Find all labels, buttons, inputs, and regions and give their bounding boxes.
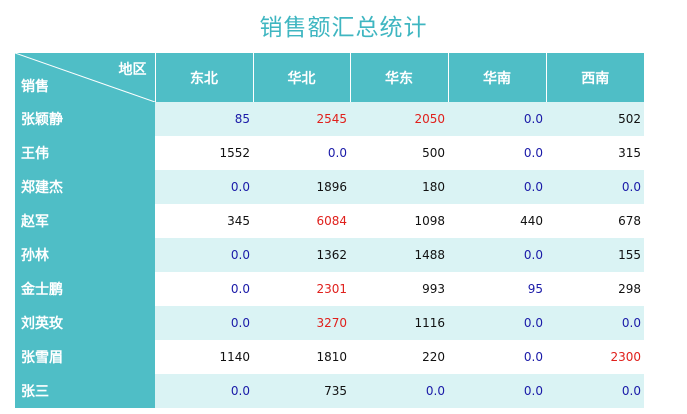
- sales-value-cell: 0.0: [448, 374, 546, 408]
- page-title: 销售额汇总统计: [259, 15, 428, 41]
- row-salesperson-name: 孙林: [15, 238, 155, 272]
- sales-value-cell: 0.0: [155, 374, 253, 408]
- sales-value-cell: 0.0: [448, 238, 546, 272]
- sales-value-cell: 1810: [253, 340, 350, 374]
- sales-value-cell: 345: [155, 204, 253, 238]
- sales-value-cell: 1552: [155, 136, 253, 170]
- sales-value-cell: 298: [546, 272, 644, 306]
- sales-value-cell: 678: [546, 204, 644, 238]
- row-salesperson-name: 张颖静: [15, 102, 155, 136]
- sales-value-cell: 315: [546, 136, 644, 170]
- sales-value-cell: 0.0: [448, 340, 546, 374]
- sales-value-cell: 0.0: [546, 374, 644, 408]
- table-row: 王伟 1552 0.0 500 0.0 315: [15, 136, 644, 170]
- table-row: 赵军 345 6084 1098 440 678: [15, 204, 644, 238]
- sales-value-cell: 220: [350, 340, 448, 374]
- sales-value-cell: 1140: [155, 340, 253, 374]
- sales-value-cell: 2050: [350, 102, 448, 136]
- row-salesperson-name: 刘英玫: [15, 306, 155, 340]
- sales-value-cell: 500: [350, 136, 448, 170]
- table-header-row: 地区 销售 东北 华北 华东 华南 西南: [15, 53, 644, 102]
- row-salesperson-name: 张雪眉: [15, 340, 155, 374]
- sales-value-cell: 440: [448, 204, 546, 238]
- sales-value-cell: 0.0: [253, 136, 350, 170]
- sales-value-cell: 155: [546, 238, 644, 272]
- column-header-region: 西南: [546, 53, 644, 102]
- sales-value-cell: 0.0: [350, 374, 448, 408]
- corner-header-cell: 地区 销售: [15, 53, 156, 102]
- sales-value-cell: 1896: [253, 170, 350, 204]
- sales-value-cell: 0.0: [448, 170, 546, 204]
- table-row: 张三 0.0 735 0.0 0.0 0.0: [15, 374, 644, 408]
- sales-value-cell: 502: [546, 102, 644, 136]
- column-header-region: 华北: [253, 53, 351, 102]
- sales-value-cell: 0.0: [448, 102, 546, 136]
- corner-region-label: 地区: [118, 62, 147, 78]
- sales-value-cell: 6084: [253, 204, 350, 238]
- table-row: 张雪眉 1140 1810 220 0.0 2300: [15, 340, 644, 374]
- column-header-region: 华南: [448, 53, 547, 102]
- sales-value-cell: 2301: [253, 272, 350, 306]
- sales-value-cell: 95: [448, 272, 546, 306]
- sales-value-cell: 85: [155, 102, 253, 136]
- table-row: 张颖静 85 2545 2050 0.0 502: [15, 102, 644, 136]
- sales-value-cell: 0.0: [155, 238, 253, 272]
- column-header-region: 东北: [155, 53, 254, 102]
- table-row: 郑建杰 0.0 1896 180 0.0 0.0: [15, 170, 644, 204]
- sales-value-cell: 1488: [350, 238, 448, 272]
- sales-value-cell: 2300: [546, 340, 644, 374]
- sales-value-cell: 0.0: [546, 170, 644, 204]
- sales-value-cell: 0.0: [546, 306, 644, 340]
- table-row: 金士鹏 0.0 2301 993 95 298: [15, 272, 644, 306]
- sales-value-cell: 0.0: [448, 136, 546, 170]
- column-header-region: 华东: [350, 53, 449, 102]
- row-salesperson-name: 张三: [15, 374, 155, 408]
- sales-value-cell: 1116: [350, 306, 448, 340]
- sales-value-cell: 180: [350, 170, 448, 204]
- sales-value-cell: 0.0: [155, 306, 253, 340]
- sales-value-cell: 993: [350, 272, 448, 306]
- sales-summary-table: 地区 销售 东北 华北 华东 华南 西南 张颖静 85 2545 2050 0.0 502…: [15, 53, 644, 408]
- sales-value-cell: 735: [253, 374, 350, 408]
- sales-value-cell: 0.0: [448, 306, 546, 340]
- sales-value-cell: 1098: [350, 204, 448, 238]
- row-salesperson-name: 王伟: [15, 136, 155, 170]
- sales-value-cell: 3270: [253, 306, 350, 340]
- table-row: 孙林 0.0 1362 1488 0.0 155: [15, 238, 644, 272]
- row-salesperson-name: 金士鹏: [15, 272, 155, 306]
- sales-value-cell: 0.0: [155, 170, 253, 204]
- sales-value-cell: 2545: [253, 102, 350, 136]
- row-salesperson-name: 赵军: [15, 204, 155, 238]
- row-salesperson-name: 郑建杰: [15, 170, 155, 204]
- table-row: 刘英玫 0.0 3270 1116 0.0 0.0: [15, 306, 644, 340]
- corner-sales-label: 销售: [21, 79, 49, 95]
- sales-value-cell: 0.0: [155, 272, 253, 306]
- sales-value-cell: 1362: [253, 238, 350, 272]
